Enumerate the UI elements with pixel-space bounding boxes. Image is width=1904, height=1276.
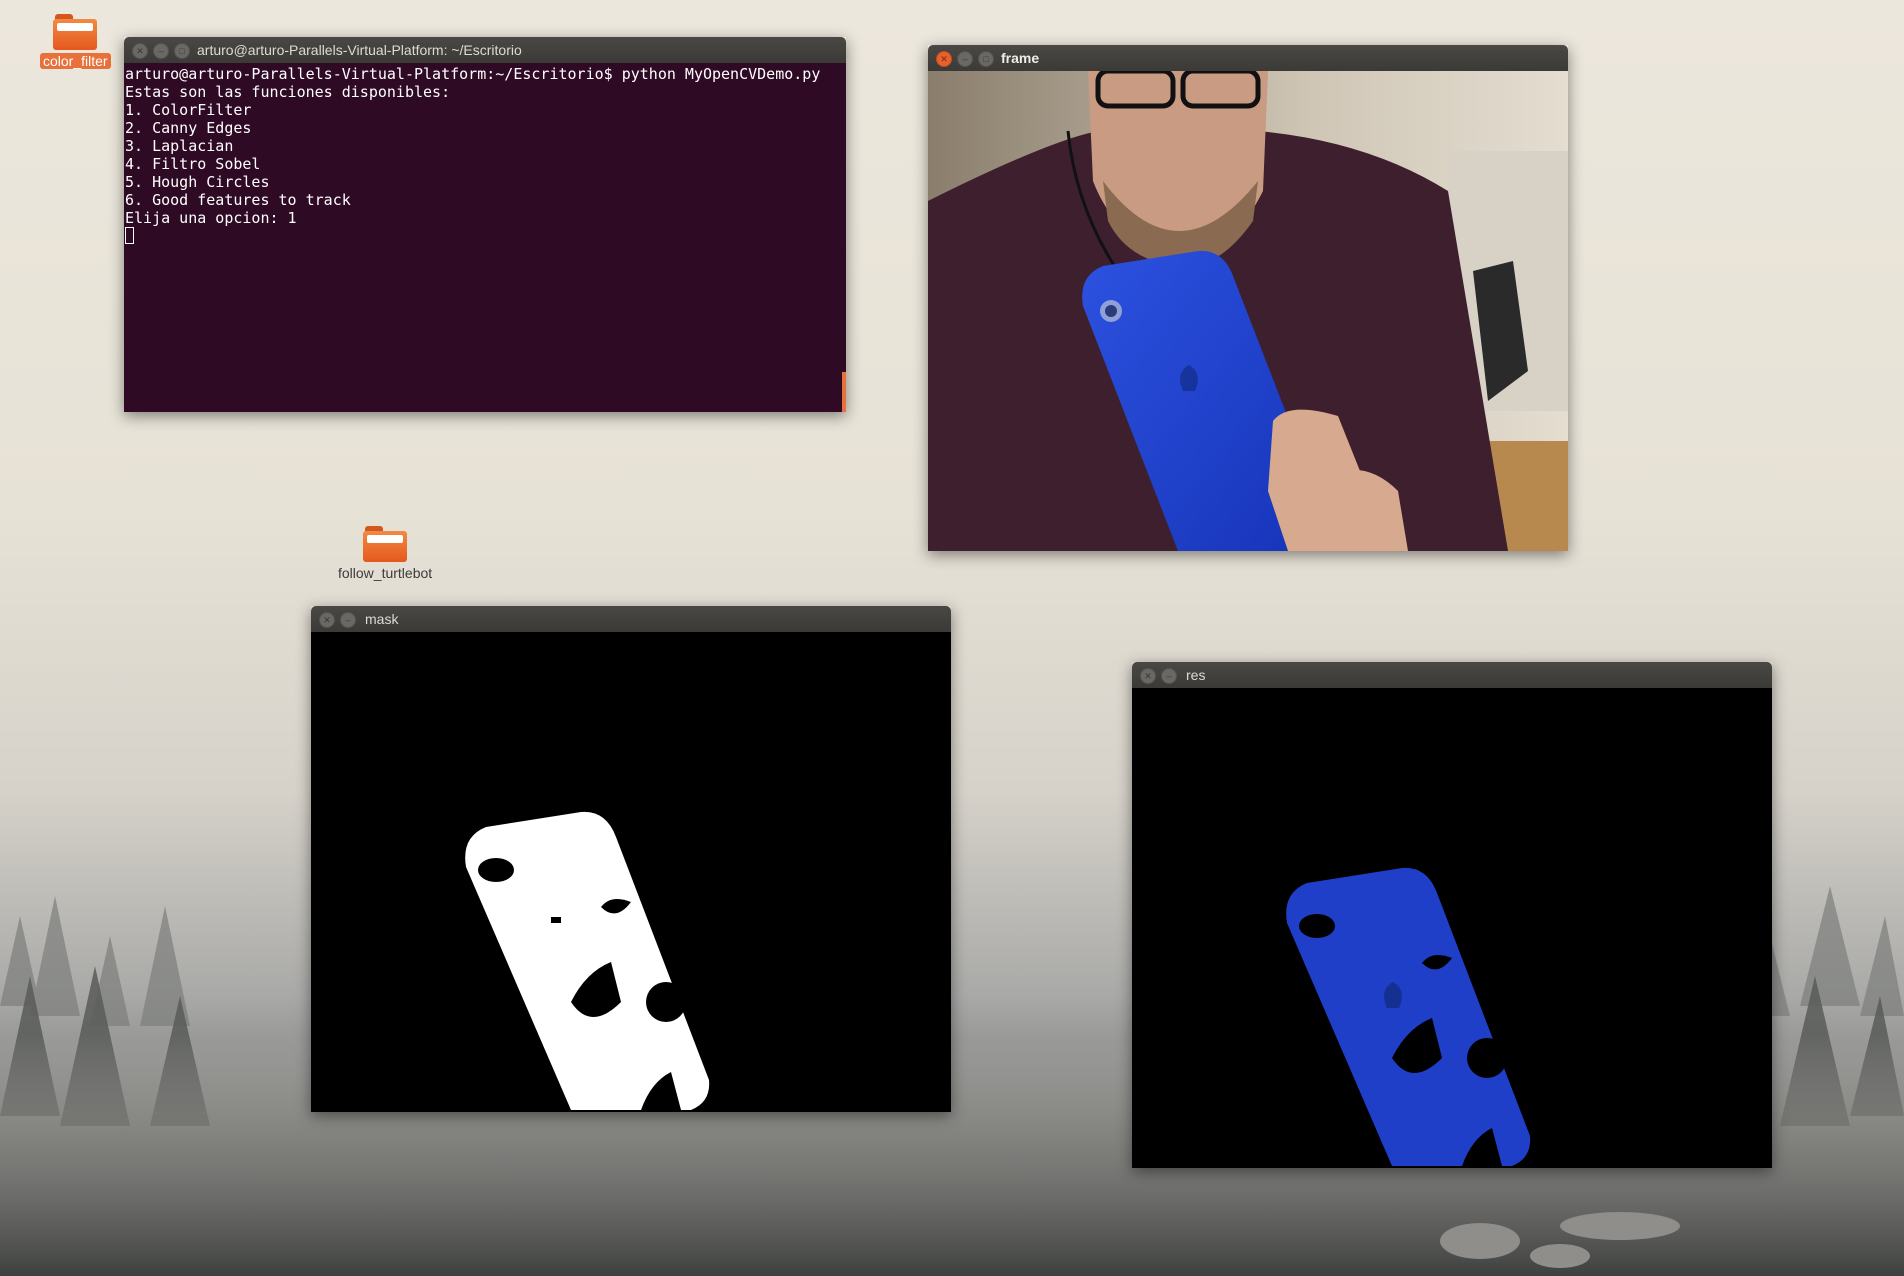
text-cursor — [125, 227, 134, 244]
minimize-icon[interactable]: – — [340, 612, 356, 628]
desktop-icon-color-filter[interactable]: color_filter — [40, 14, 111, 69]
folder-icon — [53, 14, 98, 50]
res-titlebar[interactable]: ✕ – res — [1132, 662, 1772, 688]
close-icon[interactable]: ✕ — [1140, 668, 1156, 684]
window-title: mask — [365, 611, 399, 627]
res-window[interactable]: ✕ – res — [1132, 662, 1772, 1168]
terminal-line: Estas son las funciones disponibles: — [125, 83, 451, 101]
frame-window[interactable]: ✕ – □ frame — [928, 45, 1568, 551]
terminal-line: 4. Filtro Sobel — [125, 155, 261, 173]
window-title: arturo@arturo-Parallels-Virtual-Platform… — [197, 42, 522, 58]
close-icon[interactable]: ✕ — [132, 43, 148, 59]
close-icon[interactable]: ✕ — [936, 51, 952, 67]
scroll-indicator — [842, 372, 846, 412]
close-icon[interactable]: ✕ — [319, 612, 335, 628]
window-title: res — [1186, 667, 1206, 683]
desktop-icon-label: follow_turtlebot — [338, 565, 433, 581]
minimize-icon[interactable]: – — [957, 51, 973, 67]
terminal-line: arturo@arturo-Parallels-Virtual-Platform… — [125, 65, 821, 83]
terminal-output[interactable]: arturo@arturo-Parallels-Virtual-Platform… — [124, 63, 846, 412]
desktop-icon-follow-turtlebot[interactable]: follow_turtlebot — [338, 526, 432, 581]
terminal-line: 6. Good features to track — [125, 191, 351, 209]
maximize-icon[interactable]: □ — [978, 51, 994, 67]
minimize-icon[interactable]: – — [1161, 668, 1177, 684]
mask-image — [311, 632, 951, 1112]
desktop-icon-label: color_filter — [40, 53, 111, 69]
res-image — [1132, 688, 1772, 1168]
terminal-titlebar[interactable]: ✕ – □ arturo@arturo-Parallels-Virtual-Pl… — [124, 37, 846, 63]
terminal-line: 1. ColorFilter — [125, 101, 252, 119]
terminal-line: 2. Canny Edges — [125, 119, 252, 137]
terminal-line: 5. Hough Circles — [125, 173, 270, 191]
mask-titlebar[interactable]: ✕ – mask — [311, 606, 951, 632]
webcam-image — [928, 71, 1568, 551]
frame-titlebar[interactable]: ✕ – □ frame — [928, 45, 1568, 71]
maximize-icon[interactable]: □ — [174, 43, 190, 59]
terminal-line: Elija una opcion: 1 — [125, 209, 297, 227]
folder-icon — [363, 526, 408, 562]
terminal-line: 3. Laplacian — [125, 137, 234, 155]
minimize-icon[interactable]: – — [153, 43, 169, 59]
terminal-window[interactable]: ✕ – □ arturo@arturo-Parallels-Virtual-Pl… — [124, 37, 846, 412]
mask-window[interactable]: ✕ – mask — [311, 606, 951, 1112]
window-title: frame — [1001, 50, 1040, 66]
